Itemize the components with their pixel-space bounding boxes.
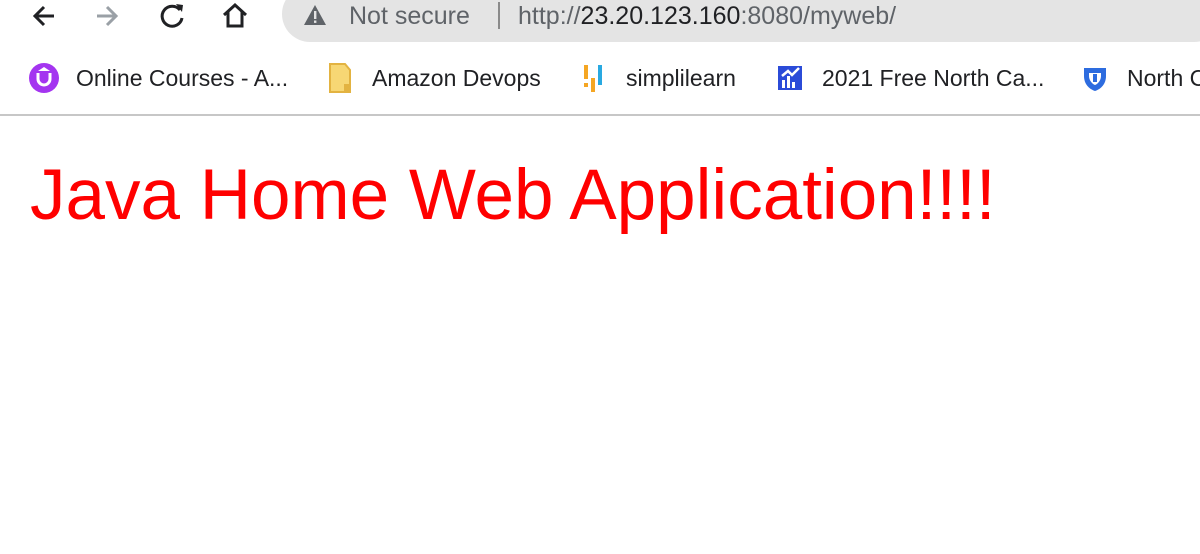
north-icon <box>1079 62 1111 94</box>
arrow-left-icon <box>29 1 59 31</box>
bookmark-amazon-devops[interactable]: Amazon Devops <box>324 56 541 100</box>
address-bar-separator <box>498 2 500 29</box>
bookmark-label: 2021 Free North Ca... <box>822 64 1045 91</box>
warning-triangle-icon[interactable] <box>302 3 328 27</box>
bookmark-label: Amazon Devops <box>372 64 541 91</box>
home-icon <box>220 1 250 31</box>
bookmark-simplilearn[interactable]: simplilearn <box>578 56 736 100</box>
url-path: :8080/myweb/ <box>740 2 897 30</box>
home-button[interactable] <box>215 0 255 32</box>
bookmark-north-carolina[interactable]: 2021 Free North Ca... <box>774 56 1044 100</box>
forward-button[interactable] <box>87 0 127 32</box>
page-heading: Java Home Web Application!!!! <box>30 156 996 235</box>
bookmark-label: Online Courses - A... <box>76 64 289 91</box>
url-text[interactable]: http://23.20.123.160:8080/myweb/ <box>518 0 896 32</box>
chart-icon <box>774 62 806 94</box>
bookmark-label: simplilearn <box>626 64 736 91</box>
security-status[interactable]: Not secure <box>349 0 470 32</box>
back-button[interactable] <box>24 0 64 32</box>
bookmark-label: North C <box>1127 64 1200 91</box>
folder-icon <box>324 62 356 94</box>
reload-icon <box>157 1 187 31</box>
url-scheme: http:// <box>518 2 581 30</box>
bookmark-online-courses[interactable]: Online Courses - A... <box>28 56 288 100</box>
reload-button[interactable] <box>152 0 192 32</box>
page-content: Java Home Web Application!!!! <box>0 116 1200 554</box>
bookmarks-bar: Online Courses - A... Amazon Devops simp… <box>0 56 1200 114</box>
bookmark-north[interactable]: North C <box>1079 56 1200 100</box>
simplilearn-icon <box>578 62 610 94</box>
browser-toolbar: Not secure http://23.20.123.160:8080/myw… <box>0 0 1200 46</box>
arrow-right-icon <box>92 1 122 31</box>
url-host: 23.20.123.160 <box>580 2 741 30</box>
udemy-icon <box>28 62 60 94</box>
